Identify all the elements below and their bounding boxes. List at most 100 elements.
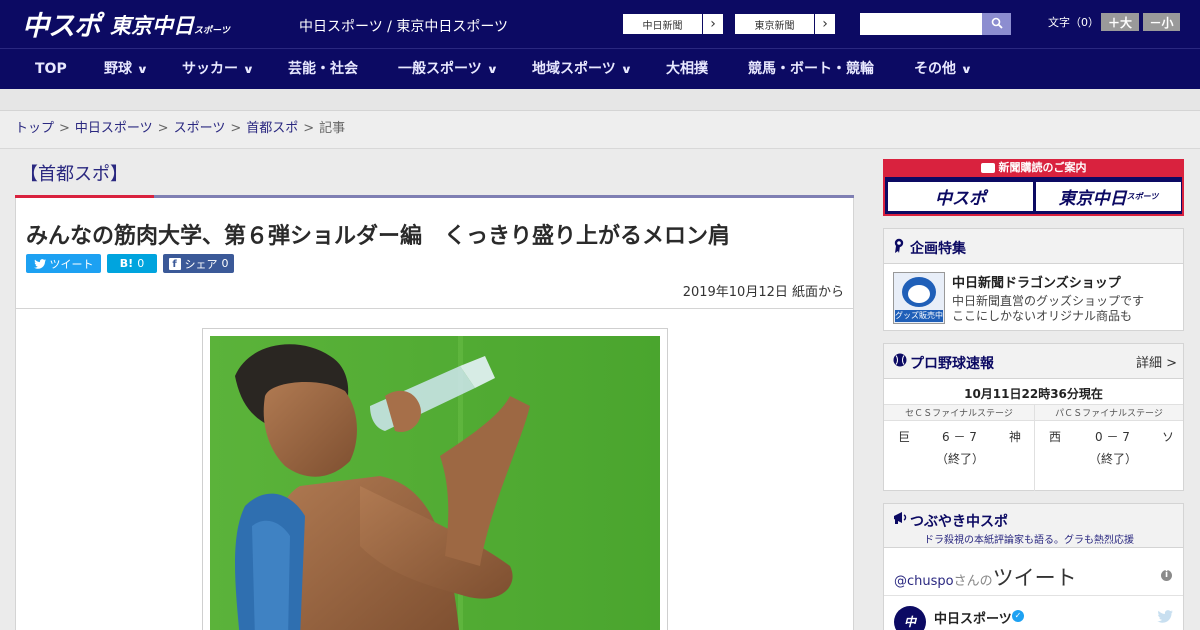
- breadcrumb-item[interactable]: トップ: [15, 121, 54, 136]
- tokyo-chunichi-logo-text: 東京中日: [110, 14, 194, 38]
- timeline-divider: [884, 595, 1183, 596]
- article-photo-frame[interactable]: [202, 328, 668, 630]
- nav-label: 競馬・ボート・競輪: [748, 61, 874, 77]
- ribbon-icon: [893, 238, 907, 254]
- chunichi-shimbun-link[interactable]: 中日新聞 ›: [622, 13, 724, 35]
- baseball-scores-header: プロ野球速報 詳細 >: [884, 344, 1183, 379]
- chunichi-shimbun-label: 中日新聞: [623, 14, 703, 34]
- facebook-icon: f: [168, 257, 181, 270]
- breadcrumb-item[interactable]: 首都スポ: [246, 121, 298, 136]
- account-name[interactable]: 中日スポーツ: [934, 608, 1012, 627]
- chevron-down-icon: ∨: [136, 63, 149, 76]
- search-button[interactable]: [982, 13, 1011, 35]
- nav-item-local-sports[interactable]: 地域スポーツ ∨: [532, 49, 633, 89]
- twitter-handle[interactable]: @chuspo: [894, 574, 954, 589]
- timeline-title: ツイート: [992, 566, 1077, 590]
- breadcrumb-separator: >: [157, 121, 169, 136]
- subscription-heading-text: 新聞購読のご案内: [998, 161, 1087, 174]
- dragons-shop-title[interactable]: 中日新聞ドラゴンズショップ: [952, 272, 1121, 291]
- chevron-down-icon: ∨: [242, 63, 255, 76]
- nav-item-sumo[interactable]: 大相撲: [666, 49, 708, 89]
- site-header: 中スポ 東京中日スポーツ 中日スポーツ / 東京中日スポーツ 中日新聞 › 東京…: [0, 0, 1200, 48]
- article-photo: [210, 336, 660, 630]
- twitter-bird-icon: [33, 258, 46, 269]
- baseball-icon: [893, 353, 907, 369]
- baseball-scores-title: プロ野球速報: [910, 356, 994, 372]
- nav-label: 芸能・社会: [288, 61, 358, 77]
- game-score[interactable]: 0 － 7: [1095, 428, 1130, 445]
- chuspo-subscribe-link[interactable]: 中スポ: [888, 182, 1033, 211]
- tokyo-shimbun-label: 東京新聞: [735, 14, 815, 34]
- nav-label: サッカー: [182, 61, 238, 77]
- tokyo-shimbun-link[interactable]: 東京新聞 ›: [734, 13, 836, 35]
- breadcrumb-separator: >: [59, 121, 70, 136]
- chevron-down-icon: ∨: [486, 63, 499, 76]
- site-tagline: 中日スポーツ / 東京中日スポーツ: [299, 19, 509, 35]
- special-feature-box: 企画特集 グッズ販売中 中日新聞ドラゴンズショップ 中日新聞直営のグッズショップ…: [883, 228, 1184, 331]
- tokyo-chunichi-subscribe-text: 東京中日: [1058, 189, 1127, 209]
- tweets-box: つぶやき中スポ ドラ殺視の本紙評論家も語る。グラも熱烈応援 @chuspoさんの…: [883, 503, 1184, 630]
- tweets-subtitle: ドラ殺視の本紙評論家も語る。グラも熱烈応援: [924, 535, 1134, 546]
- site-logo[interactable]: 中スポ: [22, 4, 101, 43]
- tweet-button[interactable]: ツイート: [26, 254, 101, 273]
- stage-label: セＣＳファイナルステージ: [905, 409, 1013, 419]
- tokyo-chunichi-subscribe-link[interactable]: 東京中日 スポーツ: [1036, 182, 1181, 211]
- nav-item-racing[interactable]: 競馬・ボート・競輪: [748, 49, 874, 89]
- tokyo-chunichi-logo-small: スポーツ: [194, 26, 230, 36]
- nav-label: 野球: [104, 61, 132, 77]
- breadcrumb-item[interactable]: 中日スポーツ: [75, 121, 153, 136]
- game-status: （終了）: [936, 452, 985, 466]
- baseball-details-link[interactable]: 詳細 >: [1136, 352, 1177, 371]
- info-icon[interactable]: i: [1161, 570, 1172, 581]
- tweet-label: ツイート: [49, 257, 94, 271]
- article-date: 2019年10月12日 紙面から: [682, 285, 844, 300]
- subscription-heading: 新聞購読のご案内: [883, 159, 1184, 177]
- chevron-down-icon: ∨: [620, 63, 633, 76]
- article-divider: [16, 308, 853, 309]
- chevron-right-icon: ›: [822, 16, 828, 32]
- nav-item-other[interactable]: その他 ∨: [914, 49, 972, 89]
- breadcrumb-item[interactable]: スポーツ: [174, 121, 226, 136]
- font-smaller-button[interactable]: －小: [1143, 13, 1180, 31]
- newspaper-icon: [980, 163, 995, 173]
- handle-suffix: さんの: [953, 574, 993, 589]
- nav-item-entertainment[interactable]: 芸能・社会: [288, 49, 358, 89]
- breadcrumb-separator: >: [303, 121, 315, 136]
- search-form: [860, 13, 1011, 35]
- dragons-shop-thumb[interactable]: グッズ販売中: [893, 272, 945, 324]
- team-home: 巨: [898, 430, 911, 444]
- search-icon: [991, 17, 1003, 29]
- tweets-header: つぶやき中スポ ドラ殺視の本紙評論家も語る。グラも熱烈応援: [884, 504, 1183, 548]
- special-feature-title: 企画特集: [910, 241, 966, 257]
- nav-item-general-sports[interactable]: 一般スポーツ ∨: [398, 49, 499, 89]
- facebook-share-button[interactable]: f シェア 0: [163, 254, 234, 273]
- tokyo-chunichi-subscribe-small: スポーツ: [1126, 192, 1159, 201]
- goods-label: グッズ販売中: [895, 310, 943, 322]
- megaphone-icon: [893, 511, 907, 527]
- nav-item-top[interactable]: TOP: [35, 49, 67, 89]
- search-input[interactable]: [860, 13, 982, 35]
- tokyo-chunichi-logo[interactable]: 東京中日スポーツ: [110, 10, 230, 40]
- tweets-title: つぶやき中スポ: [910, 514, 1008, 530]
- nav-label: その他: [914, 61, 956, 77]
- nav-label: 一般スポーツ: [398, 61, 482, 77]
- game-score[interactable]: 6 － 7: [942, 428, 977, 445]
- nav-label: 地域スポーツ: [532, 61, 616, 77]
- nav-item-baseball[interactable]: 野球 ∨: [104, 49, 149, 89]
- account-avatar[interactable]: 中: [894, 606, 926, 630]
- nav-item-soccer[interactable]: サッカー ∨: [182, 49, 255, 89]
- main-nav: TOP 野球 ∨ サッカー ∨ 芸能・社会 一般スポーツ ∨ 地域スポーツ ∨ 大相撲 …: [0, 48, 1200, 89]
- hatena-icon: B!: [119, 257, 134, 270]
- ad-strip: [0, 89, 1200, 111]
- font-larger-button[interactable]: ＋大: [1101, 13, 1139, 31]
- breadcrumb: トップ > 中日スポーツ > スポーツ > 首都スポ > 記事: [0, 111, 1200, 149]
- hatena-count: 0: [137, 257, 145, 270]
- hatena-bookmark-button[interactable]: B! 0: [107, 254, 157, 273]
- facebook-share-label: シェア: [184, 257, 218, 271]
- font-size-label: 文字（0）: [1048, 16, 1099, 29]
- special-feature-header: 企画特集: [884, 229, 1183, 264]
- score-update-time: 10月11日22時36分現在: [964, 387, 1103, 401]
- article-category[interactable]: 【首都スポ】: [20, 160, 128, 186]
- team-away: 神: [1009, 430, 1022, 444]
- nav-label: TOP: [35, 61, 67, 77]
